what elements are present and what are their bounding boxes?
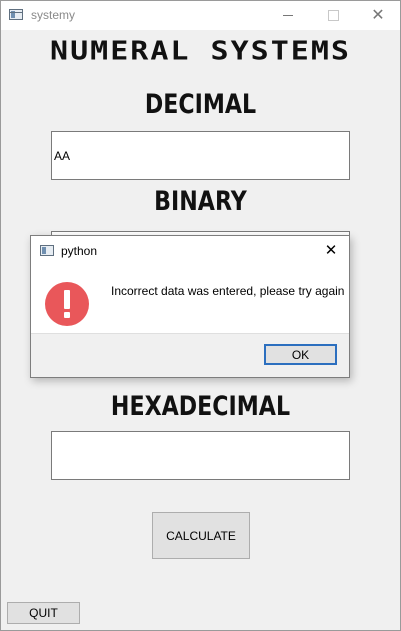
dialog-title-bar[interactable]: python ✕: [31, 236, 349, 266]
title-bar[interactable]: systemy ✕: [1, 1, 400, 30]
dialog-app-icon: [40, 245, 54, 256]
minimize-icon: [283, 15, 293, 16]
dialog-title: python: [61, 244, 98, 258]
decimal-label: DECIMAL: [144, 89, 257, 120]
maximize-icon: [328, 10, 339, 21]
window-title: systemy: [31, 8, 76, 22]
minimize-button[interactable]: [265, 1, 311, 30]
dialog-message: Incorrect data was entered, please try a…: [111, 284, 345, 298]
close-icon: ✕: [371, 5, 385, 24]
close-icon: ✕: [324, 241, 338, 259]
ok-button[interactable]: OK: [264, 344, 337, 365]
quit-button[interactable]: QUIT: [7, 602, 80, 624]
close-button[interactable]: ✕: [355, 1, 401, 30]
hexadecimal-label: HEXADECIMAL: [110, 391, 291, 422]
decimal-input[interactable]: [51, 131, 350, 180]
maximize-button[interactable]: [311, 1, 357, 30]
error-dialog: python ✕ Incorrect data was entered, ple…: [30, 235, 350, 378]
dialog-body: Incorrect data was entered, please try a…: [31, 266, 349, 333]
dialog-footer: OK: [31, 333, 349, 377]
hexadecimal-input[interactable]: [51, 431, 350, 480]
page-title: NUMERAL SYSTEMS: [50, 36, 351, 67]
error-icon: [45, 282, 89, 326]
app-icon: [9, 9, 23, 20]
dialog-close-button[interactable]: ✕: [321, 240, 341, 260]
binary-label: BINARY: [154, 186, 247, 217]
calculate-button[interactable]: CALCULATE: [152, 512, 250, 559]
